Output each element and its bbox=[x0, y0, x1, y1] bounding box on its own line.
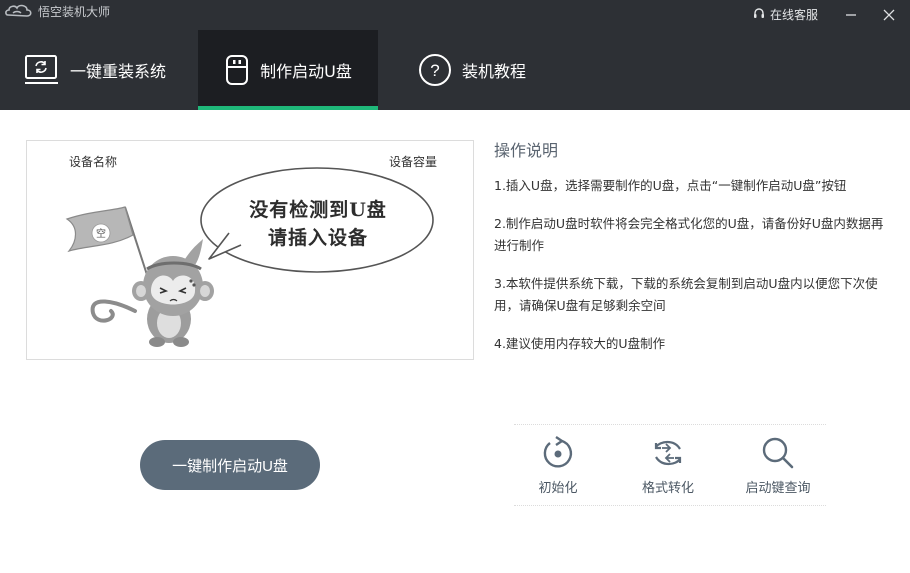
no-device-line2: 请插入设备 bbox=[267, 227, 368, 249]
headset-icon bbox=[752, 6, 766, 23]
convert-icon bbox=[650, 435, 686, 471]
boot-key-lookup-button[interactable]: 启动键查询 bbox=[726, 425, 830, 507]
instruction-item: 1.插入U盘，选择需要制作的U盘，点击“一键制作启动U盘”按钮 bbox=[494, 178, 847, 193]
no-device-line1: 没有检测到U盘 bbox=[249, 199, 387, 221]
online-support-button[interactable]: 在线客服 bbox=[752, 6, 818, 23]
tab-reinstall-system[interactable]: 一键重装系统 bbox=[24, 30, 198, 110]
tab-make-usb-label: 制作启动U盘 bbox=[260, 62, 352, 81]
monkey-mascot-icon bbox=[90, 239, 214, 347]
app-logo-icon bbox=[4, 1, 34, 21]
format-convert-button[interactable]: 格式转化 bbox=[616, 425, 720, 507]
tab-tutorial-label: 装机教程 bbox=[462, 62, 527, 81]
tab-reinstall-label: 一键重装系统 bbox=[70, 62, 167, 81]
usb-device-list[interactable]: 设备名称 设备容量 空 没有检测到U盘 请插入设备 bbox=[26, 140, 474, 360]
format-convert-label: 格式转化 bbox=[641, 481, 694, 496]
usb-drive-icon bbox=[224, 53, 250, 87]
usb-tools-group: 初始化 格式转化 启动键查询 bbox=[514, 424, 826, 506]
question-circle-icon: ? bbox=[418, 53, 452, 87]
minimize-button[interactable] bbox=[836, 0, 866, 30]
svg-text:空: 空 bbox=[96, 227, 106, 240]
minimize-icon bbox=[846, 14, 856, 16]
make-boot-usb-button[interactable]: 一键制作启动U盘 bbox=[140, 440, 320, 490]
tab-tutorial[interactable]: ? 装机教程 bbox=[418, 30, 578, 110]
initialize-button[interactable]: 初始化 bbox=[506, 425, 610, 507]
search-icon bbox=[760, 435, 796, 471]
instructions-title: 操作说明 bbox=[494, 141, 559, 160]
close-icon bbox=[883, 9, 895, 21]
online-support-label: 在线客服 bbox=[770, 8, 819, 22]
monitor-refresh-icon bbox=[24, 53, 60, 87]
flag-icon: 空 bbox=[65, 206, 150, 282]
no-device-message: 没有检测到U盘 请插入设备 bbox=[223, 196, 413, 252]
close-button[interactable] bbox=[874, 0, 904, 30]
reset-icon bbox=[540, 435, 576, 471]
instruction-item: 2.制作启动U盘时软件将会完全格式化您的U盘，请备份好U盘内数据再进行制作 bbox=[494, 216, 884, 253]
svg-text:?: ? bbox=[430, 61, 439, 80]
initialize-label: 初始化 bbox=[538, 481, 578, 496]
instruction-item: 3.本软件提供系统下载，下载的系统会复制到启动U盘内以便您下次使用，请确保U盘有… bbox=[494, 276, 878, 313]
boot-key-lookup-label: 启动键查询 bbox=[745, 481, 811, 496]
instruction-item: 4.建议使用内存较大的U盘制作 bbox=[494, 336, 666, 351]
title-bar: 悟空装机大师 在线客服 bbox=[0, 0, 910, 30]
main-tab-bar: 一键重装系统 制作启动U盘 ? 装机教程 bbox=[0, 30, 910, 110]
app-title: 悟空装机大师 bbox=[38, 5, 111, 19]
tab-make-usb[interactable]: 制作启动U盘 bbox=[198, 30, 378, 110]
active-tab-indicator bbox=[198, 106, 378, 110]
